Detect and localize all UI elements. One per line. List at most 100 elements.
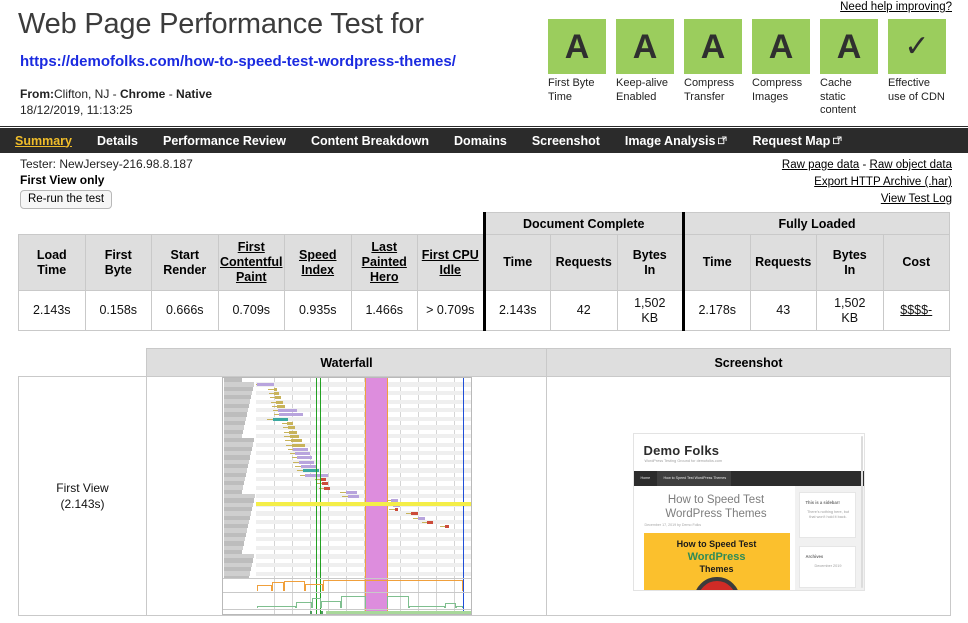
waterfall-request-bar xyxy=(257,383,274,387)
col-header-text: Bytes In xyxy=(632,247,667,277)
waterfall-visual-progress-tick xyxy=(320,611,323,614)
tab-details[interactable]: Details xyxy=(97,134,138,148)
waterfall-request-bar xyxy=(297,456,312,460)
col-header-first-cpu-idle[interactable]: First CPU Idle xyxy=(417,234,485,291)
waterfall-request-bar xyxy=(347,495,359,499)
grade-label: First Byte Time xyxy=(548,77,595,103)
waterfall-row-stripe xyxy=(255,494,471,499)
raw-page-data-link[interactable]: Raw page data xyxy=(782,159,859,171)
col-header-last-painted-hero[interactable]: Last Painted Hero xyxy=(350,234,418,291)
tab-label: Summary xyxy=(15,133,72,148)
cell-bytes-in: 1,502 KB xyxy=(616,290,685,331)
waterfall-marker-start-render xyxy=(315,378,317,578)
waterfall-panel-gridline xyxy=(291,610,293,614)
cell-value: 0.158s xyxy=(99,303,138,317)
tab-request-map[interactable]: Request Map xyxy=(752,134,842,148)
waterfall-row-stripe xyxy=(255,468,471,473)
col-header-text: First Contentful Paint xyxy=(220,240,283,284)
col-header-time: Time xyxy=(482,234,551,291)
screenshot-cell[interactable]: Demo Folks WordPress Testing Ground for … xyxy=(546,376,951,616)
tab-screenshot[interactable]: Screenshot xyxy=(532,134,600,148)
tested-url-link[interactable]: https://demofolks.com/how-to-speed-test-… xyxy=(20,53,456,70)
results-table: Document Complete Fully Loaded Load Time Fi… xyxy=(18,212,950,331)
screenshot-banner-line1: How to Speed Test xyxy=(676,539,757,549)
cell-requests: 42 xyxy=(550,290,618,331)
results-table-container: Document Complete Fully Loaded Load Time Fi… xyxy=(18,212,950,331)
test-timestamp: 18/12/2019, 11:13:25 xyxy=(20,103,133,117)
waterfall-row-stripe xyxy=(255,528,471,533)
screenshot-site-tagline: WordPress Testing Ground for demofolks.c… xyxy=(644,459,723,463)
screenshot-sidebar-card-1: This is a sidebar! There's nothing here,… xyxy=(798,492,856,538)
screenshot-sidebar: This is a sidebar! There's nothing here,… xyxy=(794,486,864,590)
need-help-improving-link[interactable]: Need help improving? xyxy=(840,1,952,13)
cell-first-contentful-paint: 0.709s xyxy=(217,290,285,331)
export-har-link[interactable]: Export HTTP Archive (.har) xyxy=(814,176,952,188)
cell-value: 43 xyxy=(776,303,791,317)
col-header-text: Start Render xyxy=(163,247,207,277)
grade-label: Cache static content xyxy=(820,77,857,116)
first-view-time: (2.143s) xyxy=(60,497,105,511)
col-header-first-contentful-paint[interactable]: First Contentful Paint xyxy=(217,234,285,291)
page-title: Web Page Performance Test for xyxy=(18,8,424,40)
page-header: Web Page Performance Test for https://de… xyxy=(0,0,968,128)
tab-summary[interactable]: Summary xyxy=(15,134,72,148)
cell-time: 2.178s xyxy=(683,290,751,331)
from-location: Clifton, NJ - xyxy=(54,87,121,101)
cell-cost[interactable]: $$$$- xyxy=(882,290,950,331)
waterfall-row-stripe xyxy=(255,562,471,568)
screenshot-sidebar-card-2: Archives December 2019 xyxy=(798,546,856,588)
cell-value: > 0.709s xyxy=(426,303,475,317)
tab-image-analysis[interactable]: Image Analysis xyxy=(625,134,728,148)
main-navigation: Summary Details Performance Review Content … xyxy=(0,128,968,153)
table-group-header-row: Document Complete Fully Loaded xyxy=(18,212,950,235)
grade-badges: A First Byte Time A Keep-alive Enabled A Comp… xyxy=(548,19,946,118)
waterfall-request-bar xyxy=(279,413,303,417)
rerun-test-button[interactable]: Re-run the test xyxy=(20,190,113,209)
test-info-row: Tester: NewJersey-216.98.8.187 First Vie… xyxy=(0,155,968,210)
header-divider xyxy=(0,126,968,127)
first-view-text: First View xyxy=(56,481,109,495)
cell-value: 0.935s xyxy=(298,303,337,317)
waterfall-request-bar xyxy=(300,465,317,468)
waterfall-cpu-trace xyxy=(257,585,272,591)
links-separator: - xyxy=(859,159,870,171)
tab-performance-review[interactable]: Performance Review xyxy=(163,134,286,148)
waterfall-cpu-trace xyxy=(271,582,285,591)
waterfall-request-bar xyxy=(293,447,308,451)
waterfall-chart-thumbnail[interactable] xyxy=(221,377,472,615)
tab-content-breakdown[interactable]: Content Breakdown xyxy=(311,134,429,148)
col-header-time: Time xyxy=(683,234,751,291)
waterfall-cell[interactable] xyxy=(146,376,547,616)
waterfall-visual-progress-panel xyxy=(222,609,471,614)
col-header-text: First CPU Idle xyxy=(421,247,479,277)
waterfall-bandwidth-trace xyxy=(257,606,297,608)
col-header-text: Last Painted Hero xyxy=(361,240,407,284)
waterfall-screenshot-table: Waterfall Screenshot First View (2.143s) xyxy=(18,348,951,616)
screenshot-banner-line3: Themes xyxy=(699,564,734,574)
grade-label: Compress Transfer xyxy=(684,77,735,103)
col-header-speed-index[interactable]: Speed Index xyxy=(284,234,352,291)
screenshot-main-content: How to Speed Test WordPress Themes Decem… xyxy=(633,486,797,590)
page-screenshot-thumbnail[interactable]: Demo Folks WordPress Testing Ground for … xyxy=(632,433,865,591)
from-label: From: xyxy=(20,87,54,101)
waterfall-bandwidth-trace xyxy=(341,596,366,608)
waterfall-request-bar xyxy=(345,490,357,494)
grade-letter-badge: A xyxy=(616,19,674,74)
group-header-blank xyxy=(18,212,484,235)
waterfall-row-stripe xyxy=(255,476,471,482)
col-header-text: Time xyxy=(702,255,732,269)
waterfall-panel-gridline xyxy=(273,610,275,614)
waterfall-row-stripe xyxy=(255,382,471,387)
raw-object-data-link[interactable]: Raw object data xyxy=(870,159,952,171)
waterfall-column-header: Waterfall xyxy=(146,348,547,377)
tab-domains[interactable]: Domains xyxy=(454,134,507,148)
waterfall-last-painted-hero-band xyxy=(255,502,471,506)
table-value-row: 2.143s 0.158s 0.666s 0.709s 0.935s 1.466s > 0.… xyxy=(18,290,950,331)
checkmark-icon: ✓ xyxy=(888,19,946,74)
waterfall-fully-loaded-bar xyxy=(326,611,471,614)
view-test-log-link[interactable]: View Test Log xyxy=(881,193,952,205)
waterfall-cpu-trace xyxy=(323,580,464,591)
cell-value: $$$$- xyxy=(900,303,933,317)
waterfall-request-rows xyxy=(223,378,471,578)
waterfall-request-bar xyxy=(298,460,315,464)
